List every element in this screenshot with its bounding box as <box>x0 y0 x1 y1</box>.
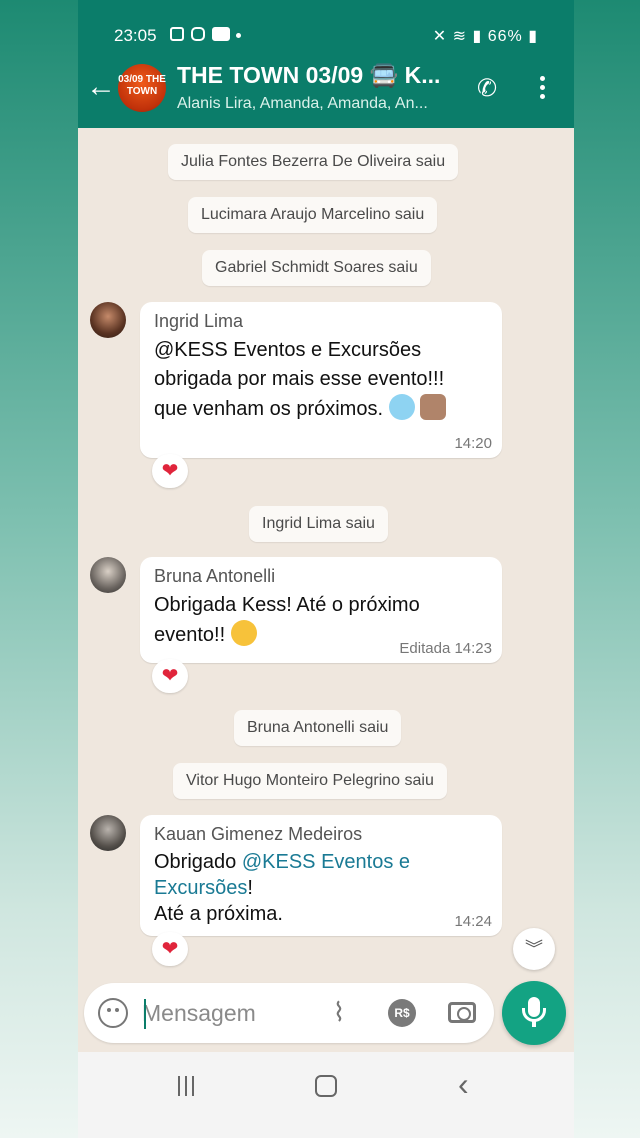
system-message: Gabriel Schmidt Soares saiu <box>202 250 431 286</box>
message-text: ! <box>247 877 253 899</box>
message-bubble[interactable]: Kauan Gimenez Medeiros Obrigado @KESS Ev… <box>140 815 502 936</box>
status-time: 23:05 <box>114 26 157 45</box>
youtube-icon <box>212 27 230 41</box>
system-message: Bruna Antonelli saiu <box>234 710 402 746</box>
message-text-line: Obrigado @KESS Eventos e <box>154 849 488 875</box>
message-text: que venham os próximos. <box>154 398 384 420</box>
heart-reaction[interactable]: ❤ <box>152 932 188 966</box>
chat-area[interactable]: Julia Fontes Bezerra De Oliveira saiu Lu… <box>78 128 574 976</box>
light-blue-heart-emoji-icon <box>388 394 415 420</box>
system-message: Julia Fontes Bezerra De Oliveira saiu <box>168 144 459 180</box>
call-add-icon[interactable]: ✆ <box>472 74 502 104</box>
message-text: evento!! <box>154 624 226 646</box>
attach-icon[interactable]: ⌇ <box>322 997 356 1031</box>
wifi-icon: ≋ <box>452 28 467 45</box>
double-chevron-down-icon[interactable]: ︾ <box>513 928 555 970</box>
message-text-line: que venham os próximos. <box>154 394 488 424</box>
system-nav-bar: ‹ <box>78 1052 574 1138</box>
message-sender[interactable]: Kauan Gimenez Medeiros <box>154 823 488 845</box>
gallery-icon <box>170 27 184 41</box>
avatar[interactable] <box>90 302 126 338</box>
more-vert-icon[interactable] <box>530 72 554 108</box>
group-title[interactable]: THE TOWN 03/09 🚍 K... <box>177 62 467 89</box>
payment-icon[interactable]: R$ <box>388 999 416 1027</box>
group-avatar[interactable]: 03/09 THE TOWN <box>118 64 166 112</box>
emoji-icon[interactable] <box>98 998 128 1028</box>
mention-link[interactable]: @KESS Eventos e Excursões <box>154 336 488 365</box>
system-message: Ingrid Lima saiu <box>249 506 388 542</box>
message-text-line: Excursões! <box>154 875 488 901</box>
avatar[interactable] <box>90 557 126 593</box>
nav-back-icon[interactable]: ‹ <box>458 1066 469 1102</box>
message-text: Obrigada Kess! Até o próximo <box>154 594 420 616</box>
mute-icon: ✕ <box>432 28 448 45</box>
heart-reaction[interactable]: ❤ <box>152 659 188 693</box>
battery-icon: ▮ <box>528 28 538 45</box>
status-bar: 23:05 ✕ ≋ ▮ 66% ▮ <box>78 0 574 56</box>
message-composer: ⌇ R$ <box>84 983 494 1043</box>
group-members[interactable]: Alanis Lira, Amanda, Amanda, An... <box>177 95 467 113</box>
mention-link[interactable]: Excursões <box>154 877 247 899</box>
arrow-left-icon[interactable]: ← <box>86 72 116 102</box>
edited-label: Editada <box>399 640 451 657</box>
heart-reaction[interactable]: ❤ <box>152 454 188 488</box>
message-time: 14:24 <box>454 913 492 930</box>
system-message: Lucimara Araujo Marcelino saiu <box>188 197 438 233</box>
message-input[interactable] <box>142 993 322 1033</box>
recent-apps-icon[interactable] <box>178 1076 200 1098</box>
home-icon[interactable] <box>315 1075 337 1097</box>
microphone-button[interactable] <box>502 981 566 1045</box>
group-avatar-text: 03/09 THE TOWN <box>118 74 166 97</box>
chat-header: ← 03/09 THE TOWN THE TOWN 03/09 🚍 K... A… <box>78 56 574 128</box>
message-text: Até a próxima. <box>154 903 283 925</box>
phone-screen: 23:05 ✕ ≋ ▮ 66% ▮ ← 03/09 THE TOWN THE T… <box>78 0 574 1138</box>
mention-link[interactable]: @KESS Eventos e <box>242 851 410 873</box>
message-time: 14:23 <box>454 640 492 657</box>
message-bubble[interactable]: Ingrid Lima @KESS Eventos e Excursões ob… <box>140 302 502 458</box>
smiling-face-with-hearts-emoji-icon <box>230 620 257 646</box>
signal-icon: ▮ <box>472 28 483 45</box>
system-message: Vitor Hugo Monteiro Pelegrino saiu <box>173 763 447 799</box>
instagram-icon <box>191 27 205 41</box>
text-cursor <box>144 999 146 1029</box>
battery-level: 66% <box>487 28 523 45</box>
notification-dot-icon <box>236 33 241 38</box>
message-bubble[interactable]: Bruna Antonelli Obrigada Kess! Até o pró… <box>140 557 502 663</box>
message-sender[interactable]: Ingrid Lima <box>154 310 488 332</box>
status-right: ✕ ≋ ▮ 66% ▮ <box>433 26 538 46</box>
camera-icon[interactable] <box>448 1002 476 1023</box>
praying-hands-emoji-icon <box>420 394 447 420</box>
message-text: Obrigado <box>154 851 237 873</box>
message-meta: Editada 14:23 <box>399 640 492 657</box>
message-text: obrigada por mais esse evento!!! <box>154 368 445 390</box>
message-time: 14:20 <box>454 435 492 452</box>
message-sender[interactable]: Bruna Antonelli <box>154 565 488 587</box>
avatar[interactable] <box>90 815 126 851</box>
